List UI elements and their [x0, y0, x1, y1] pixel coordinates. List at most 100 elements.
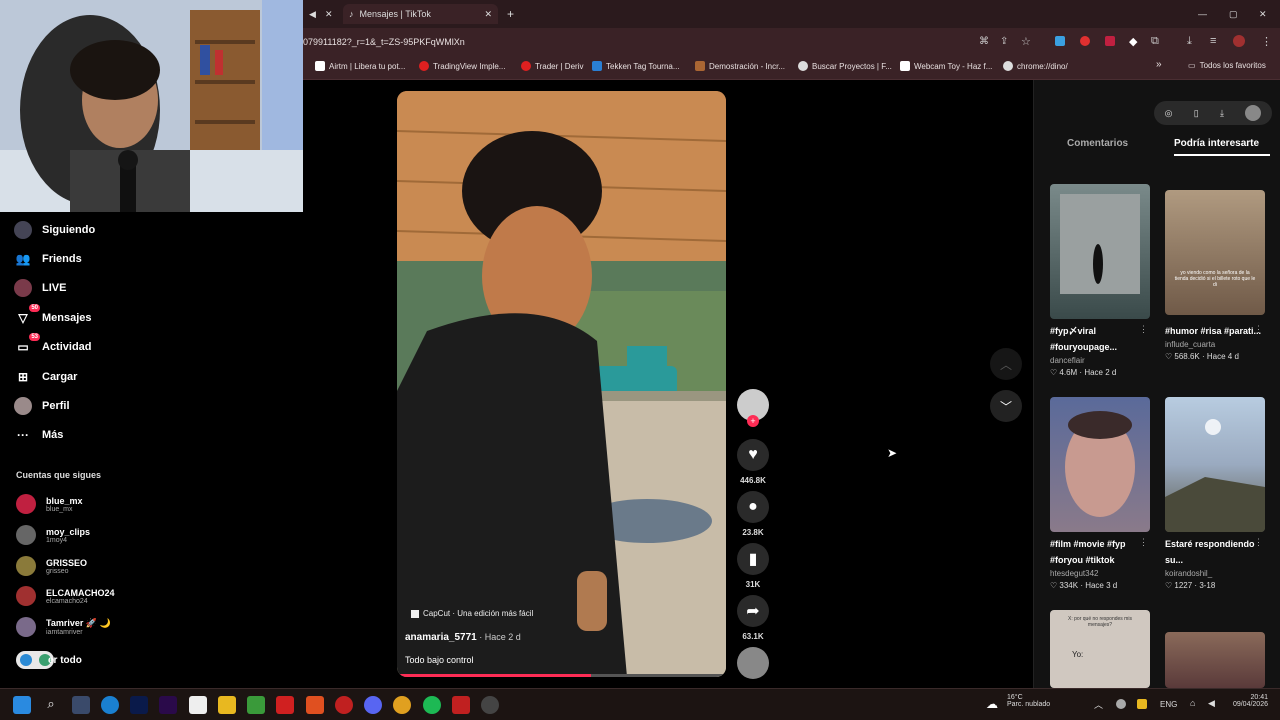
bookmark-item[interactable]: Airtm | Libera tu pot...: [315, 61, 405, 71]
following-account[interactable]: moy_clips 1moy4: [16, 525, 90, 545]
url-text[interactable]: 079911182?_r=1&_t=ZS-95PKFqWMlXn: [303, 37, 465, 47]
nav-messages[interactable]: ▽ 50 Mensajes: [14, 304, 92, 327]
photoshop-icon[interactable]: [130, 696, 148, 714]
install-icon[interactable]: ⇪: [1000, 36, 1008, 47]
app-icon[interactable]: [335, 696, 353, 714]
like-button[interactable]: ♥ 446.8K: [737, 439, 769, 485]
save-button[interactable]: ▮ 31K: [737, 543, 769, 589]
search-icon[interactable]: ⌕: [42, 696, 60, 714]
following-account[interactable]: GRISSEO grisseo: [16, 556, 87, 576]
music-disc-button[interactable]: [737, 647, 769, 679]
close-window-button[interactable]: ✕: [1259, 4, 1267, 24]
avatar[interactable]: [1245, 105, 1262, 121]
nav-upload[interactable]: ⊞ Cargar: [14, 368, 78, 386]
bookmark-item[interactable]: chrome://dino/: [1003, 61, 1068, 71]
capcut-badge[interactable]: CapCut · Una edición más fácil: [411, 609, 533, 618]
card-menu-icon[interactable]: ⋮: [1254, 537, 1263, 548]
app-icon[interactable]: [189, 696, 207, 714]
nav-profile[interactable]: Perfil: [14, 397, 70, 415]
clock[interactable]: 20:41 09/04/2026: [1226, 694, 1268, 708]
app-icon[interactable]: [72, 696, 90, 714]
bookmark-item[interactable]: Webcam Toy - Haz f...: [900, 61, 992, 71]
video-author[interactable]: anamaria_5771: [405, 632, 477, 643]
premiere-icon[interactable]: [159, 696, 177, 714]
download-icon[interactable]: ⤓: [1187, 35, 1192, 48]
translate-icon[interactable]: ⌘: [979, 36, 989, 47]
bookmark-item[interactable]: TradingView Imple...: [419, 61, 505, 71]
extension-icon[interactable]: [1055, 36, 1065, 46]
new-tab-button[interactable]: +: [507, 4, 514, 24]
bookmarks-more-button[interactable]: »: [1156, 59, 1162, 70]
address-bar[interactable]: 079911182?_r=1&_t=ZS-95PKFqWMlXn ⌘ ⇪ ☆ ◆…: [303, 28, 1280, 56]
bookmark-item[interactable]: Tekken Tag Tourna...: [592, 61, 680, 71]
extension-icon[interactable]: [1080, 36, 1090, 46]
see-all-button[interactable]: er todo: [16, 651, 82, 669]
deriv-icon[interactable]: [276, 696, 294, 714]
tab-suggested[interactable]: Podría interesarte: [1174, 138, 1259, 149]
nav-following[interactable]: Siguiendo: [14, 221, 95, 239]
next-video-button[interactable]: ﹀: [990, 390, 1022, 422]
star-icon[interactable]: ☆: [1021, 35, 1031, 48]
download-icon[interactable]: ⤓: [1220, 108, 1224, 119]
extension-icon[interactable]: [1105, 36, 1115, 46]
weather-icon[interactable]: ☁: [986, 697, 998, 711]
edge-icon[interactable]: [101, 696, 119, 714]
following-account[interactable]: blue_mx blue_mx: [16, 494, 83, 514]
file-explorer-icon[interactable]: [218, 696, 236, 714]
suggested-video-card[interactable]: X: por qué no respondes mis mensajes? Yo…: [1050, 610, 1150, 688]
suggested-video-card[interactable]: yo viendo como la señora de la tienda de…: [1165, 190, 1265, 361]
card-menu-icon[interactable]: ⋮: [1139, 537, 1148, 548]
nav-friends[interactable]: 👥 Friends: [14, 250, 82, 268]
creator-avatar-button[interactable]: +: [737, 389, 769, 427]
tab-close-icon[interactable]: ✕: [484, 9, 492, 20]
bookmark-item[interactable]: Buscar Proyectos | F...: [798, 61, 892, 71]
network-icon[interactable]: ⌂: [1190, 698, 1195, 708]
bookmark-item[interactable]: Trader | Deriv: [521, 61, 583, 71]
tab-menu-icon[interactable]: ◀: [309, 4, 316, 24]
volume-icon[interactable]: ◀: [1208, 698, 1215, 709]
following-account[interactable]: Tamriver 🚀 🌙 iamtamriver: [16, 617, 111, 637]
tray-app-icon[interactable]: [1137, 699, 1147, 709]
spotify-icon[interactable]: [423, 696, 441, 714]
video-player[interactable]: CapCut · Una edición más fácil anamaria_…: [397, 91, 726, 677]
tray-app-icon[interactable]: [1116, 699, 1126, 709]
suggested-video-card[interactable]: #fyp〆viral #fouryoupage... danceflair ♡ …: [1050, 184, 1150, 377]
minimize-button[interactable]: —: [1198, 4, 1207, 24]
extension-icon[interactable]: ◆: [1129, 35, 1137, 48]
tab-tiktok[interactable]: ♪ Mensajes | TikTok ✕: [343, 4, 498, 24]
playlist-icon[interactable]: ≡: [1210, 35, 1216, 47]
compass-icon[interactable]: ◎: [1165, 108, 1173, 119]
tab-comments[interactable]: Comentarios: [1067, 138, 1128, 149]
all-favorites-button[interactable]: ▭ Todos los favoritos: [1188, 61, 1266, 70]
phone-icon[interactable]: ▯: [1194, 108, 1199, 119]
share-button[interactable]: ➦ 63.1K: [737, 595, 769, 641]
profile-avatar-icon[interactable]: [1233, 35, 1245, 47]
maximize-button[interactable]: ▢: [1229, 4, 1238, 24]
suggested-video-card[interactable]: #film #movie #fyp #foryou #tiktok htesde…: [1050, 397, 1150, 590]
suggested-video-card[interactable]: Estaré respondiendo su... koirandoshil_ …: [1165, 397, 1265, 590]
card-menu-icon[interactable]: ⋮: [1254, 324, 1263, 335]
video-progress-track[interactable]: [397, 674, 726, 677]
follow-plus-icon[interactable]: +: [747, 415, 759, 427]
language-indicator[interactable]: ENG: [1160, 700, 1177, 709]
nav-activity[interactable]: ▭ 53 Actividad: [14, 333, 92, 356]
voicemeeter-icon[interactable]: [452, 696, 470, 714]
nav-more[interactable]: ··· Más: [14, 426, 63, 444]
minecraft-icon[interactable]: [247, 696, 265, 714]
weather-widget[interactable]: 16°C Parc. nublado: [1007, 694, 1050, 708]
obs-icon[interactable]: [481, 696, 499, 714]
extensions-puzzle-icon[interactable]: ⧉: [1151, 35, 1159, 48]
windows-start-icon[interactable]: [13, 696, 31, 714]
card-menu-icon[interactable]: ⋮: [1139, 324, 1148, 335]
chrome-icon[interactable]: [393, 696, 411, 714]
nav-live[interactable]: LIVE: [14, 279, 66, 297]
following-account[interactable]: ELCAMACHO24 elcamacho24: [16, 586, 115, 606]
kebab-menu-icon[interactable]: ⋮: [1261, 35, 1272, 48]
tray-chevron-icon[interactable]: ︿: [1094, 698, 1103, 711]
suggested-video-card[interactable]: [1165, 632, 1265, 688]
comment-button[interactable]: ● 23.8K: [737, 491, 769, 537]
tab-close-icon[interactable]: ✕: [325, 4, 333, 24]
brave-icon[interactable]: [306, 696, 324, 714]
prev-video-button[interactable]: ︿: [990, 348, 1022, 380]
discord-icon[interactable]: [364, 696, 382, 714]
